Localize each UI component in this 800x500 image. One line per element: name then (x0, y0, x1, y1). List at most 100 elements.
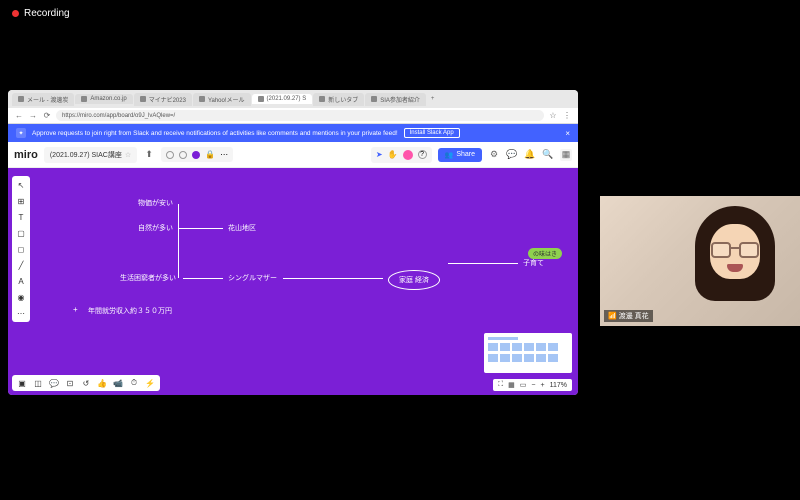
url-input[interactable]: https://miro.com/app/board/o9J_lvAQlew=/ (56, 110, 544, 121)
tab-miro-active[interactable]: (2021.09.27) S (252, 94, 313, 104)
connector-line (178, 204, 179, 278)
add-node-icon[interactable]: + (73, 305, 78, 314)
sticky-icon[interactable]: ▢ (16, 228, 26, 238)
chat-icon[interactable]: 💬 (49, 378, 59, 388)
tab-favicon-icon (371, 96, 377, 102)
grid-icon[interactable]: ▦ (560, 149, 572, 161)
slack-banner: ✦ Approve requests to join right from Sl… (8, 124, 578, 142)
minimap[interactable] (484, 333, 572, 373)
shape-tool-icon[interactable]: ◻ (16, 244, 26, 254)
mindmap-node[interactable]: 年間就労収入約３５０万円 (88, 306, 172, 316)
cursor-tools: ➤ ✋ ? (371, 147, 432, 163)
slack-icon: ✦ (16, 128, 26, 138)
url-bar: ← → ⟳ https://miro.com/app/board/o9J_lvA… (8, 108, 578, 124)
mindmap-bubble[interactable]: 家庭 経済 (388, 270, 440, 290)
zoom-out-icon[interactable]: − (531, 382, 535, 389)
more-tools-icon[interactable]: ⋯ (16, 308, 26, 318)
text-icon[interactable]: T (16, 212, 26, 222)
video-icon[interactable]: 📹 (113, 378, 123, 388)
browser-tabs: メール - 渡邊炭 Amazon.co.jp マイナビ2023 Yahoo!メー… (8, 90, 578, 108)
line-icon[interactable]: ╱ (16, 260, 26, 270)
fullscreen-icon[interactable]: ⛶ (498, 381, 503, 389)
tab-favicon-icon (140, 96, 146, 102)
tab-favicon-icon (258, 96, 264, 102)
miro-header: miro (2021.09.27) SIAC講座☆ ⬆ 🔒 ⋯ ➤ ✋ ? 👥 … (8, 142, 578, 168)
template-icon[interactable]: ⊞ (16, 196, 26, 206)
browser-window: メール - 渡邊炭 Amazon.co.jp マイナビ2023 Yahoo!メー… (8, 90, 578, 395)
participant-name-tag: 📶 渡邊 真花 (604, 310, 653, 322)
reload-icon[interactable]: ⟳ (42, 111, 52, 121)
pen-icon[interactable]: A (16, 276, 26, 286)
tab-mynavi[interactable]: マイナビ2023 (134, 93, 192, 106)
side-toolbar: ↖ ⊞ T ▢ ◻ ╱ A ◉ ⋯ (12, 176, 30, 322)
avatar-icon[interactable] (403, 150, 413, 160)
connector-line (448, 263, 518, 264)
tab-favicon-icon (319, 96, 325, 102)
connector-line (178, 228, 223, 229)
mindmap-node[interactable]: 自然が多い (138, 223, 173, 233)
tab-amazon[interactable]: Amazon.co.jp (75, 94, 132, 104)
zoom-controls: ⛶ ▦ ▭ − + 117% (493, 379, 572, 391)
settings-icon[interactable]: ⚙ (488, 149, 500, 161)
export-icon[interactable]: ⬆ (143, 149, 155, 161)
zoom-in-icon[interactable]: + (541, 382, 545, 389)
miro-logo[interactable]: miro (14, 149, 38, 161)
mindmap-tag[interactable]: の味はき (528, 248, 562, 259)
timer-icon[interactable]: ⏱ (129, 378, 139, 388)
comment-tool-icon[interactable]: ◉ (16, 292, 26, 302)
forward-icon[interactable]: → (28, 111, 38, 121)
tab-mail[interactable]: メール - 渡邊炭 (12, 93, 74, 106)
person-video (685, 206, 785, 326)
close-banner-icon[interactable]: × (565, 129, 570, 138)
mindmap-node[interactable]: シングルマザー (228, 273, 277, 283)
banner-text: Approve requests to join right from Slac… (32, 130, 398, 137)
menu-icon[interactable]: ⋮ (562, 111, 572, 121)
hand-icon[interactable]: ✋ (388, 150, 398, 159)
screen-icon[interactable]: ⊡ (65, 378, 75, 388)
connector-line (183, 278, 223, 279)
install-slack-button[interactable]: Install Slack App (404, 128, 460, 138)
tab-yahoo[interactable]: Yahoo!メール (193, 93, 251, 106)
comment-icon[interactable]: 💬 (506, 149, 518, 161)
mindmap-node[interactable]: 物価が安い (138, 198, 173, 208)
webcam-feed: 📶 渡邊 真花 (600, 196, 800, 326)
miro-canvas[interactable]: ↖ ⊞ T ▢ ◻ ╱ A ◉ ⋯ 物価が安い 自然が多い 花山地区 生活困窮者… (8, 168, 578, 395)
connector-line (283, 278, 383, 279)
help-icon[interactable]: ? (418, 150, 427, 159)
recording-indicator: Recording (12, 8, 70, 19)
activity-icon[interactable]: ◫ (33, 378, 43, 388)
shape-icon[interactable] (179, 151, 187, 159)
back-icon[interactable]: ← (14, 111, 24, 121)
search-icon[interactable]: 🔍 (542, 149, 554, 161)
color-purple-icon[interactable] (192, 151, 200, 159)
mindmap-node[interactable]: 花山地区 (228, 223, 256, 233)
fit-icon[interactable]: ▭ (520, 381, 527, 389)
frame-icon[interactable]: ▣ (17, 378, 27, 388)
record-dot-icon (12, 10, 19, 17)
undo-icon[interactable] (166, 151, 174, 159)
more-icon[interactable]: ⋯ (220, 150, 228, 159)
bell-icon[interactable]: 🔔 (524, 149, 536, 161)
tab-favicon-icon (81, 96, 87, 102)
drawing-tools: 🔒 ⋯ (161, 147, 233, 162)
select-icon[interactable]: ↖ (16, 180, 26, 190)
new-tab-button[interactable]: + (427, 96, 439, 102)
zoom-level[interactable]: 117% (550, 382, 567, 389)
share-button[interactable]: 👥 Share (438, 148, 482, 162)
history-icon[interactable]: ↺ (81, 378, 91, 388)
bottom-toolbar: ▣ ◫ 💬 ⊡ ↺ 👍 📹 ⏱ ⚡ (12, 375, 160, 391)
tab-new[interactable]: 新しいタブ (313, 93, 364, 106)
mic-icon: 📶 (608, 312, 617, 320)
recording-label: Recording (24, 8, 70, 19)
bolt-icon[interactable]: ⚡ (145, 378, 155, 388)
mindmap-node[interactable]: 子育て (523, 258, 544, 268)
map-icon[interactable]: ▦ (508, 381, 515, 389)
thumb-icon[interactable]: 👍 (97, 378, 107, 388)
star-icon[interactable]: ☆ (548, 111, 558, 121)
board-title[interactable]: (2021.09.27) SIAC講座☆ (44, 147, 137, 163)
cursor-icon[interactable]: ➤ (376, 150, 383, 159)
tab-favicon-icon (18, 96, 24, 102)
lock-icon[interactable]: 🔒 (205, 150, 215, 159)
mindmap-node[interactable]: 生活困窮者が多い (120, 273, 176, 283)
tab-sia[interactable]: SIA参加者紹介 (365, 93, 426, 106)
